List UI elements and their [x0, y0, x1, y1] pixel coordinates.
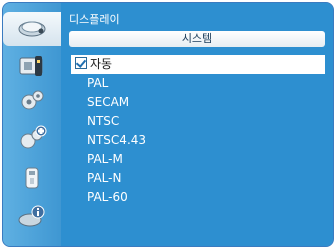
- system-options-list: 자동 PAL SECAM NTSC NTSC4.43 PAL-M PAL-N P…: [71, 55, 325, 207]
- option-ntsc[interactable]: NTSC: [71, 112, 325, 131]
- advanced-settings-icon: [17, 125, 47, 157]
- option-auto[interactable]: 자동: [71, 55, 325, 74]
- menu-panel: 디스플레이 시스템 자동 PAL SECAM NTSC NTSC4.43 PAL…: [61, 3, 333, 246]
- sidebar-item-usb[interactable]: [9, 165, 55, 195]
- sidebar-item-setting[interactable]: [9, 88, 55, 118]
- submenu-title: 시스템: [69, 31, 325, 47]
- display-icon: [17, 16, 47, 42]
- sidebar-item-display[interactable]: [3, 12, 61, 46]
- picture-adjust-icon: [17, 54, 47, 82]
- option-label: PAL-N: [87, 171, 122, 185]
- option-label: PAL-60: [87, 190, 128, 204]
- option-label: NTSC: [87, 114, 120, 128]
- option-pal[interactable]: PAL: [71, 74, 325, 93]
- sidebar-item-picture[interactable]: [9, 53, 55, 83]
- option-pal-n[interactable]: PAL-N: [71, 169, 325, 188]
- page-title: 디스플레이: [69, 13, 120, 26]
- option-label: 자동: [90, 57, 113, 71]
- option-label: SECAM: [87, 95, 130, 109]
- osd-menu: 디스플레이 시스템 자동 PAL SECAM NTSC NTSC4.43 PAL…: [2, 2, 334, 247]
- checkbox-checked-icon: [75, 57, 87, 69]
- option-label: PAL-M: [87, 152, 123, 166]
- info-icon: [17, 203, 47, 233]
- option-label: PAL: [87, 76, 109, 90]
- option-label: NTSC4.43: [87, 133, 147, 147]
- option-pal-m[interactable]: PAL-M: [71, 150, 325, 169]
- option-pal-60[interactable]: PAL-60: [71, 188, 325, 207]
- usb-icon: [21, 165, 43, 195]
- sidebar-item-advanced[interactable]: [9, 125, 55, 157]
- option-secam[interactable]: SECAM: [71, 93, 325, 112]
- sidebar-item-info[interactable]: [9, 203, 55, 233]
- option-ntsc443[interactable]: NTSC4.43: [71, 131, 325, 150]
- sidebar: [3, 3, 61, 246]
- gear-icon: [18, 87, 46, 119]
